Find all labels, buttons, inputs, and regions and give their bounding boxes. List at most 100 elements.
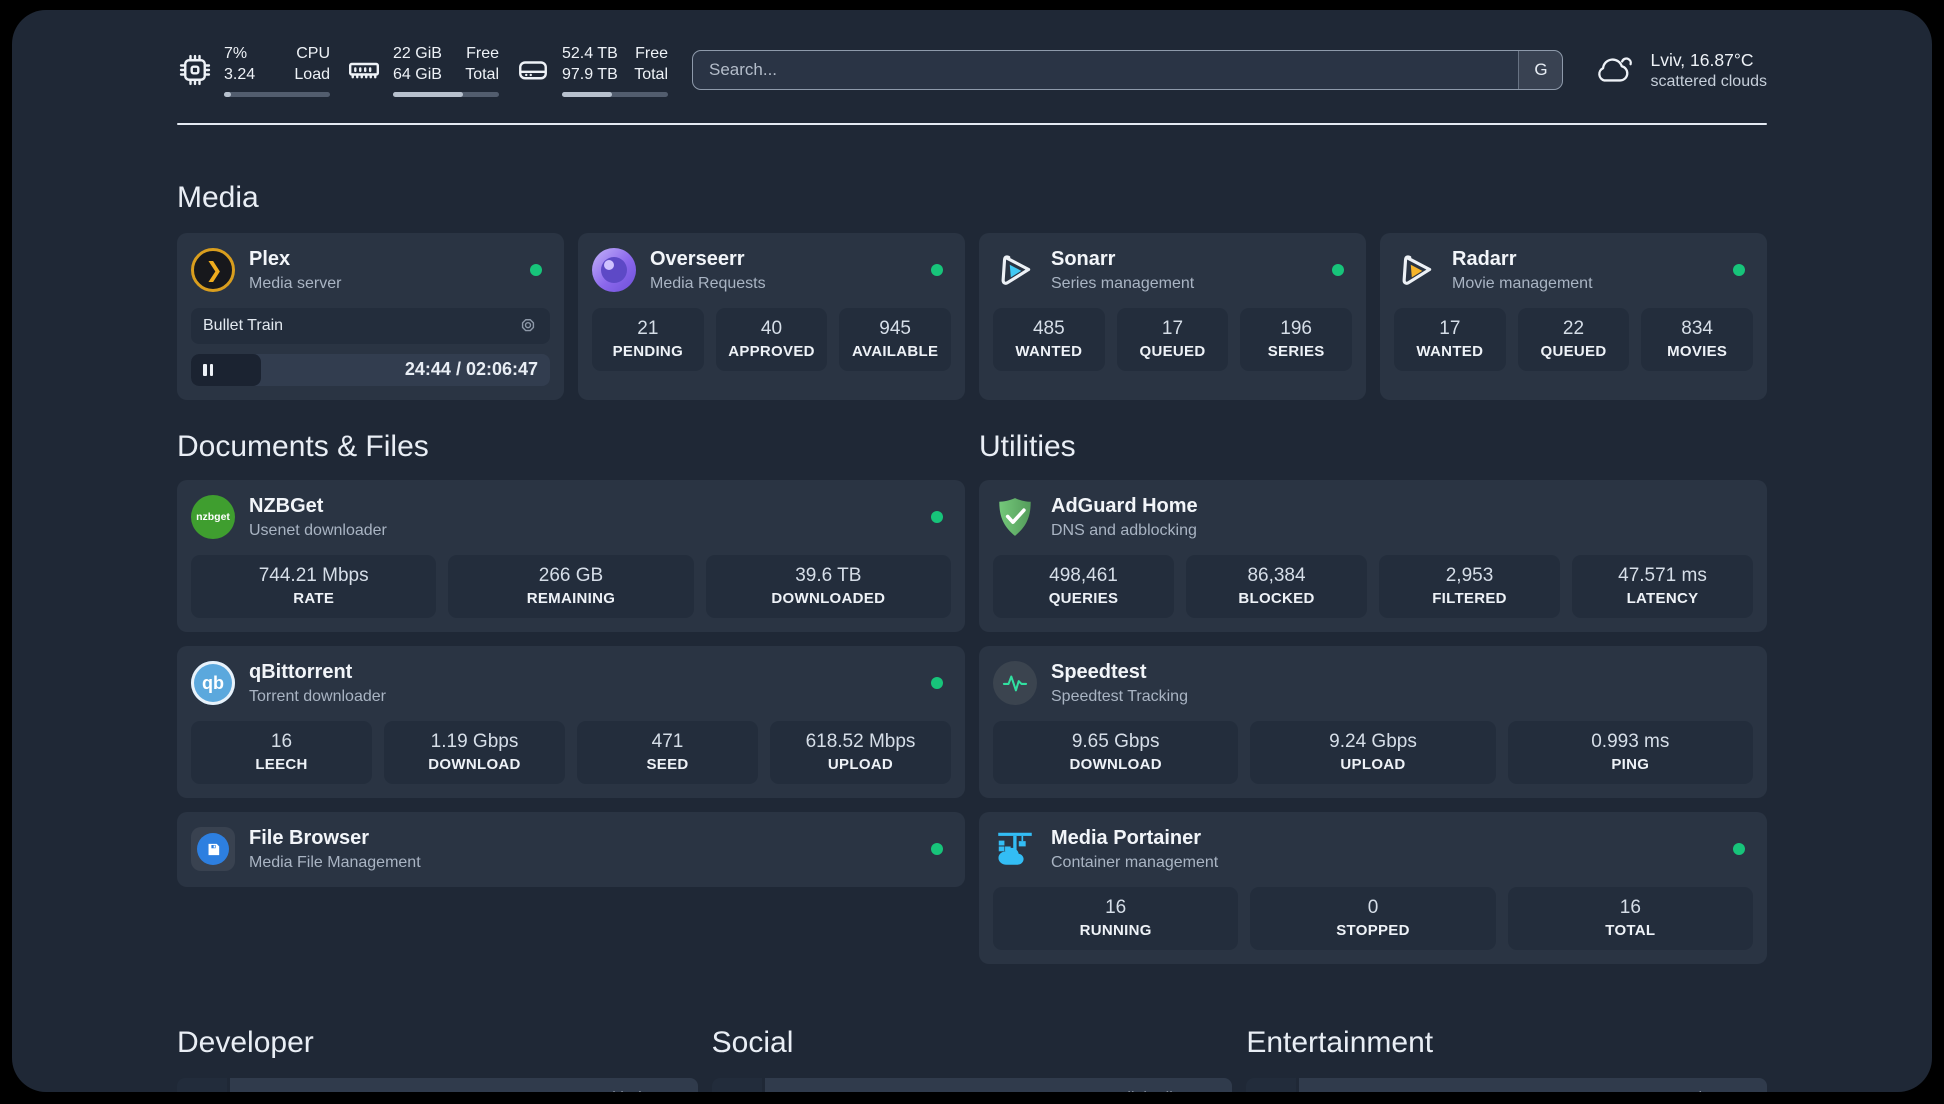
stat-row: 485 WANTED 17 QUEUED 196 SERIES — [993, 307, 1352, 371]
stat-label: DOWNLOADED — [771, 589, 886, 607]
section-heading-developer: Developer — [177, 1025, 314, 1059]
stat-value: 744.21 Mbps — [258, 564, 369, 586]
stat-value: 86,384 — [1247, 564, 1306, 586]
stat-box: 196 SERIES — [1240, 307, 1352, 371]
stat-box: 618.52 Mbps UPLOAD — [770, 720, 951, 784]
stat-label: DOWNLOAD — [1069, 755, 1162, 773]
status-dot — [530, 264, 542, 277]
stat-box: 945 AVAILABLE — [839, 307, 951, 371]
stat-label: LATENCY — [1626, 589, 1699, 607]
stat-label: TOTAL — [1605, 921, 1656, 939]
sonarr-icon — [993, 248, 1037, 292]
weather-widget: Lviv, 16.87°C scattered clouds — [1591, 48, 1767, 93]
cpu-load: 3.24 — [224, 65, 256, 83]
service-card-nzbget[interactable]: nzbget NZBGet Usenet downloader 744.21 M… — [177, 479, 965, 632]
section-heading-documents: Documents & Files — [177, 429, 429, 463]
service-subtitle: DNS and adblocking — [1051, 521, 1197, 539]
status-dot — [931, 677, 943, 690]
playback-time: 24:44 / 02:06:47 — [404, 359, 538, 380]
stat-label: PENDING — [612, 342, 684, 360]
bookmark-abbr: GH — [177, 1077, 227, 1092]
search-input[interactable] — [693, 51, 1519, 90]
stat-label: MOVIES — [1667, 342, 1728, 360]
stat-box: 0.993 ms PING — [1507, 720, 1753, 784]
stat-value: 40 — [760, 317, 783, 339]
bookmark-github[interactable]: GH Github github.com — [177, 1077, 698, 1092]
ram-progress-bar — [393, 91, 499, 97]
bookmarks-social: Social LI LinkedInlinkedin.com TW Twitte… — [711, 964, 1233, 1092]
stat-label: APPROVED — [728, 342, 815, 360]
bookmark-abbr: YT — [1246, 1077, 1297, 1092]
radarr-icon — [1394, 248, 1438, 292]
disk-total: 97.9 TB — [562, 65, 618, 83]
stat-value: 2,953 — [1445, 564, 1494, 586]
stat-label: RUNNING — [1079, 921, 1152, 939]
search-provider-button[interactable]: G — [1518, 51, 1563, 90]
bookmark-name: LinkedIn — [781, 1089, 845, 1092]
stat-box: 485 WANTED — [993, 307, 1105, 371]
stat-value: 16 — [1619, 896, 1641, 918]
service-title: Media Portainer — [1051, 826, 1202, 849]
stat-box: 17 WANTED — [1394, 307, 1506, 371]
bookmark-url: linkedin.com — [1127, 1090, 1216, 1092]
service-card-radarr[interactable]: Radarr Movie management 17 WANTED 22 QUEUE… — [1380, 232, 1767, 400]
media-type-icon — [521, 318, 535, 331]
utilities-column: Utilities AdGuard Home DNS and adblockin… — [979, 400, 1767, 964]
cpu-widget: 7% CPU 3.24 Load — [177, 44, 330, 97]
bookmark-linkedin[interactable]: LI LinkedIn linkedin.com — [711, 1077, 1233, 1092]
stat-label: LEECH — [255, 755, 308, 773]
stat-value: 39.6 TB — [795, 564, 862, 586]
service-card-qbittorrent[interactable]: qb qBittorrent Torrent downloader 16 LEEC… — [177, 645, 965, 798]
pause-icon — [203, 363, 213, 376]
free-label: Free — [635, 45, 668, 62]
service-card-adguard[interactable]: AdGuard Home DNS and adblocking 498,461 Q… — [979, 479, 1767, 632]
service-card-plex[interactable]: ❯ Plex Media server Bullet Train 24:44 /… — [177, 232, 564, 400]
stat-box: 834 MOVIES — [1641, 307, 1753, 371]
service-subtitle: Speedtest Tracking — [1051, 687, 1188, 705]
stat-box: 16 LEECH — [191, 720, 372, 784]
bookmarks-entertainment: Entertainment YT YouTubeyoutube.com NF N… — [1246, 964, 1767, 1092]
stat-box: 17 QUEUED — [1116, 307, 1229, 371]
cpu-progress-bar — [224, 91, 330, 97]
search-bar: G — [692, 50, 1564, 91]
stat-box: 2,953 FILTERED — [1379, 554, 1560, 618]
service-card-filebrowser[interactable]: File Browser Media File Management — [177, 811, 965, 887]
stat-value: 9.65 Gbps — [1071, 730, 1160, 752]
stat-row: 17 WANTED 22 QUEUED 834 MOVIES — [1394, 307, 1753, 371]
stat-label: SERIES — [1267, 342, 1325, 360]
bookmark-youtube[interactable]: YT YouTube youtube.com — [1246, 1077, 1767, 1092]
playback-progress: 24:44 / 02:06:47 — [191, 353, 550, 386]
service-card-portainer[interactable]: Media Portainer Container management 16 R… — [979, 811, 1767, 964]
weather-condition: scattered clouds — [1650, 72, 1767, 90]
stat-label: UPLOAD — [1340, 755, 1406, 773]
stat-label: WANTED — [1416, 342, 1484, 360]
service-card-sonarr[interactable]: Sonarr Series management 485 WANTED 17 QUE… — [979, 232, 1366, 400]
status-dot — [1733, 843, 1745, 856]
status-dot — [931, 264, 943, 277]
bookmarks-developer: Developer GH Githubgithub.com SO StackOv… — [177, 964, 698, 1092]
adguard-icon — [993, 495, 1037, 539]
stat-value: 0 — [1367, 896, 1379, 918]
stat-value: 485 — [1032, 317, 1065, 339]
status-dot — [1733, 264, 1745, 277]
service-title: NZBGet — [249, 494, 324, 517]
system-resources: 7% CPU 3.24 Load 22 GiB Free 64 GiB Total — [177, 44, 668, 97]
portainer-icon — [993, 827, 1037, 871]
stat-value: 17 — [1161, 317, 1184, 339]
service-card-speedtest[interactable]: Speedtest Speedtest Tracking 9.65 Gbps DO… — [979, 645, 1767, 798]
ram-free: 22 GiB — [393, 45, 442, 62]
stat-value: 9.24 Gbps — [1329, 730, 1417, 752]
service-card-overseerr[interactable]: Overseerr Media Requests 21 PENDING 40 APP… — [578, 232, 965, 400]
disk-icon — [515, 52, 551, 88]
section-heading-media: Media — [177, 180, 259, 214]
service-subtitle: Container management — [1051, 853, 1219, 871]
disk-progress-bar — [562, 91, 668, 97]
disk-free: 52.4 TB — [562, 45, 618, 62]
status-dot — [1332, 264, 1344, 277]
stat-box: 9.65 Gbps DOWNLOAD — [993, 720, 1239, 784]
stat-label: UPLOAD — [827, 755, 894, 773]
stat-box: 9.24 Gbps UPLOAD — [1250, 720, 1496, 784]
stat-box: 16 TOTAL — [1507, 886, 1753, 950]
service-title: Speedtest — [1051, 660, 1147, 683]
stat-box: 22 QUEUED — [1517, 307, 1630, 371]
